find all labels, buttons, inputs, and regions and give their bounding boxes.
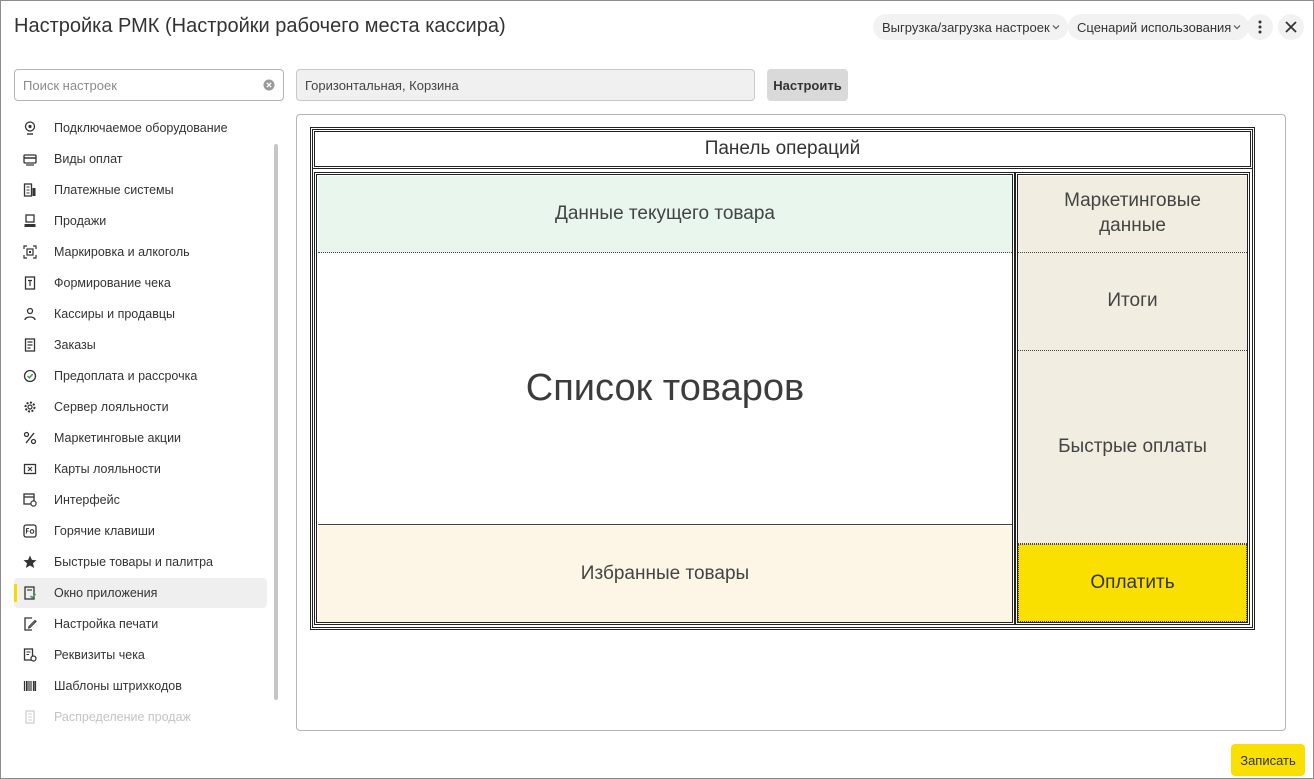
sidebar-item-label: Сервер лояльности: [54, 400, 169, 414]
chevron-down-icon: [1233, 23, 1241, 31]
usage-scenario-button[interactable]: Сценарий использования: [1068, 14, 1250, 40]
sidebar-item-marking[interactable]: Маркировка и алкоголь: [14, 237, 267, 267]
sidebar-item-label: Маркировка и алкоголь: [54, 245, 190, 259]
pay-block: Оплатить: [1018, 544, 1247, 622]
percent-icon: [23, 431, 37, 445]
sidebar-item-equipment[interactable]: Подключаемое оборудование: [14, 113, 267, 143]
receipt-icon: [23, 276, 37, 290]
sidebar-item-label: Формирование чека: [54, 276, 171, 290]
app-window-icon: [23, 586, 37, 600]
items-list-block: Список товаров: [318, 253, 1012, 525]
payment-types-icon: [23, 152, 37, 166]
sidebar-item-loyalty-cards[interactable]: Карты лояльности: [14, 454, 267, 484]
save-button[interactable]: Записать: [1231, 744, 1305, 776]
sidebar-item-hotkeys[interactable]: Горячие клавиши: [14, 516, 267, 546]
quick-payments-block: Быстрые оплаты: [1018, 351, 1247, 544]
usage-scenario-label: Сценарий использования: [1077, 19, 1232, 35]
more-vertical-icon[interactable]: [1247, 14, 1273, 40]
hotkey-icon: [23, 524, 37, 538]
sidebar-item-cashiers[interactable]: Кассиры и продавцы: [14, 299, 267, 329]
close-icon[interactable]: [1278, 14, 1304, 40]
sidebar-item-label: Карты лояльности: [54, 462, 161, 476]
sidebar-item-label: Виды оплат: [54, 152, 123, 166]
sidebar-item-label: Продажи: [54, 214, 107, 228]
sidebar-item-label: Маркетинговые акции: [54, 431, 182, 445]
marketing-data-block: Маркетинговые данные: [1018, 176, 1247, 253]
sidebar-item-payment-types[interactable]: Виды оплат: [14, 144, 267, 174]
distribution-icon: [23, 710, 37, 724]
star-icon: [23, 555, 37, 569]
sidebar-item-app-window[interactable]: Окно приложения: [14, 578, 267, 608]
sidebar-item-quick-goods[interactable]: Быстрые товары и палитра: [14, 547, 267, 577]
export-import-label: Выгрузка/загрузка настроек: [882, 19, 1050, 35]
sidebar-item-label: Предоплата и рассрочка: [54, 369, 198, 383]
favorites-block: Избранные товары: [318, 526, 1012, 622]
sidebar-item-sales[interactable]: Продажи: [14, 206, 267, 236]
chevron-down-icon: [1052, 23, 1060, 31]
sidebar-item-label: Окно приложения: [54, 586, 158, 600]
settings-sidebar: Подключаемое оборудование Виды оплат Пла…: [14, 113, 270, 735]
sidebar-item-orders[interactable]: Заказы: [14, 330, 267, 360]
sidebar-item-print-settings[interactable]: Настройка печати: [14, 609, 267, 639]
export-import-button[interactable]: Выгрузка/загрузка настроек: [873, 14, 1068, 40]
marking-icon: [23, 245, 37, 259]
sidebar-item-label: Настройка печати: [54, 617, 159, 631]
configure-button[interactable]: Настроить: [767, 69, 848, 101]
sidebar-item-label: Платежные системы: [54, 183, 174, 197]
window-title: Настройка РМК (Настройки рабочего места …: [14, 15, 506, 37]
search-box: [14, 69, 284, 101]
orders-icon: [23, 338, 37, 352]
current-item-block: Данные текущего товара: [318, 176, 1012, 253]
sidebar-item-label: Кассиры и продавцы: [54, 307, 176, 321]
interface-icon: [23, 493, 37, 507]
sidebar-item-marketing-promos[interactable]: Маркетинговые акции: [14, 423, 267, 453]
receipt-details-icon: [23, 648, 37, 662]
sidebar-item-label: Горячие клавиши: [54, 524, 155, 538]
sidebar-item-receipt-details[interactable]: Реквизиты чека: [14, 640, 267, 670]
sidebar-item-label: Распределение продаж: [54, 710, 191, 724]
sales-icon: [23, 214, 37, 228]
sidebar-item-prepayment[interactable]: Предоплата и рассрочка: [14, 361, 267, 391]
marketing-data-label: Маркетинговые данные: [1064, 190, 1201, 236]
operations-panel-block: Панель операций: [312, 129, 1253, 169]
sidebar-item-interface[interactable]: Интерфейс: [14, 485, 267, 515]
search-input[interactable]: [15, 70, 255, 100]
clear-search-icon[interactable]: [263, 79, 275, 91]
sidebar-item-payment-systems[interactable]: Платежные системы: [14, 175, 267, 205]
prepayment-icon: [23, 369, 37, 383]
sidebar-item-receipt-formation[interactable]: Формирование чека: [14, 268, 267, 298]
sidebar-item-label: Заказы: [54, 338, 96, 352]
barcode-icon: [23, 679, 37, 693]
sidebar-item-barcode-templates[interactable]: Шаблоны штрихкодов: [14, 671, 267, 701]
sidebar-item-label: Реквизиты чека: [54, 648, 145, 662]
sidebar-item-label: Подключаемое оборудование: [54, 121, 228, 135]
sidebar-item-sales-distribution[interactable]: Распределение продаж: [14, 702, 267, 732]
sidebar-item-label: Интерфейс: [54, 493, 120, 507]
sidebar-item-label: Быстрые товары и палитра: [54, 555, 214, 569]
equipment-icon: [23, 121, 37, 135]
sidebar-item-label: Шаблоны штрихкодов: [54, 679, 182, 693]
gear-icon: [23, 400, 37, 414]
print-settings-icon: [23, 617, 37, 631]
cashier-icon: [23, 307, 37, 321]
sidebar-scrollbar[interactable]: [274, 144, 278, 700]
totals-block: Итоги: [1018, 253, 1247, 351]
settings-window: Настройка РМК (Настройки рабочего места …: [0, 0, 1314, 779]
sidebar-item-loyalty-server[interactable]: Сервер лояльности: [14, 392, 267, 422]
layout-preset-field[interactable]: Горизонтальная, Корзина: [296, 69, 755, 101]
payment-systems-icon: [23, 183, 37, 197]
loyalty-card-icon: [23, 462, 37, 476]
